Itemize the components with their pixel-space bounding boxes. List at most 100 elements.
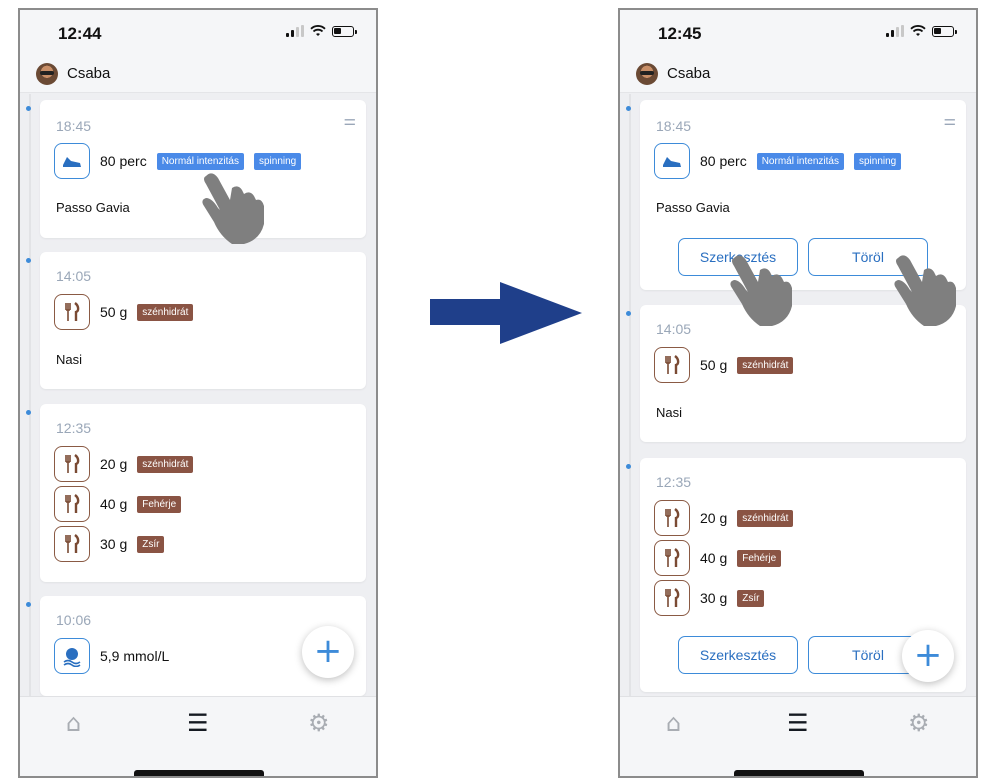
macro-tag: szénhidrát (137, 303, 194, 321)
cutlery-icon (54, 294, 90, 330)
card-time: 14:05 (656, 321, 692, 337)
shoe-icon (654, 143, 690, 179)
cutlery-icon (54, 446, 90, 482)
signal-icon (886, 25, 904, 37)
signal-icon (286, 25, 304, 37)
avatar[interactable] (636, 62, 658, 85)
timeline-dot (626, 106, 631, 111)
cutlery-icon (54, 526, 90, 562)
macro-tag: szénhidrát (737, 356, 794, 374)
macro-tag: Fehérje (737, 549, 782, 567)
timeline-tab-icon[interactable]: ☰ (787, 709, 809, 737)
meal-amount: 30 g (700, 590, 728, 606)
filter-icon[interactable]: ⚌ (943, 112, 956, 129)
filter-icon[interactable]: ⚌ (343, 112, 356, 129)
meal-row: 50 g szénhidrát (54, 294, 194, 330)
macro-tag: Zsír (137, 535, 165, 553)
timeline-feed[interactable]: 18:45 ⚌ 80 perc Normál intenzitás spinni… (20, 94, 376, 696)
tap-hand-icon (202, 173, 264, 244)
shoe-icon (54, 143, 90, 179)
meal-row: 50 g szénhidrát (654, 347, 794, 383)
settings-icon[interactable]: ⚙ (908, 709, 930, 737)
status-bar: 12:45 (620, 10, 976, 55)
intensity-tag: Normál intenzitás (756, 152, 844, 170)
status-time: 12:44 (58, 24, 102, 43)
settings-icon[interactable]: ⚙ (308, 709, 330, 737)
card-time: 18:45 (656, 118, 692, 134)
meal-row: 20 g szénhidrát (54, 446, 194, 482)
meal-row: 30 g Zsír (654, 580, 765, 616)
tab-bar: ⌂ ☰ ⚙ (620, 696, 976, 776)
wifi-icon (310, 25, 326, 36)
meal-amount: 40 g (100, 496, 128, 512)
meal-amount: 50 g (100, 304, 128, 320)
tab-bar: ⌂ ☰ ⚙ (20, 696, 376, 776)
status-bar: 12:44 (20, 10, 376, 55)
home-icon[interactable]: ⌂ (66, 709, 81, 737)
phone-after: 12:45 Csaba 18:45 ⚌ 80 perc Normál inten… (618, 8, 978, 778)
meal-row: 40 g Fehérje (54, 486, 182, 522)
activity-amount: 80 perc (100, 153, 147, 169)
comparison-stage: 12:44 Csaba 18:45 ⚌ 80 perc Normál inten… (0, 0, 981, 782)
cutlery-icon (654, 347, 690, 383)
activity-row: 80 perc Normál intenzitás spinning (654, 143, 902, 179)
card-time: 12:35 (56, 420, 92, 436)
timeline-dot (26, 602, 31, 607)
glucose-row: 5,9 mmol/L (54, 638, 169, 674)
activity-amount: 80 perc (700, 153, 747, 169)
home-indicator (134, 770, 264, 776)
meal-amount: 20 g (700, 510, 728, 526)
meal-amount: 20 g (100, 456, 128, 472)
user-header[interactable]: Csaba (20, 55, 376, 93)
macro-tag: Zsír (737, 589, 765, 607)
meal-row: 30 g Zsír (54, 526, 165, 562)
status-icons (886, 25, 957, 37)
macro-tag: szénhidrát (737, 509, 794, 527)
user-name: Csaba (667, 65, 711, 82)
cutlery-icon (54, 486, 90, 522)
timeline-dot (26, 410, 31, 415)
card-time: 12:35 (656, 474, 692, 490)
user-header[interactable]: Csaba (620, 55, 976, 93)
activity-name: Passo Gavia (656, 200, 730, 215)
meal-name: Nasi (56, 352, 83, 367)
user-name: Csaba (67, 65, 111, 82)
meal-amount: 50 g (700, 357, 728, 373)
add-button[interactable]: + (302, 626, 354, 678)
glucose-value: 5,9 mmol/L (100, 648, 170, 664)
status-time: 12:45 (658, 24, 702, 43)
card-time: 14:05 (56, 268, 92, 284)
phone-before: 12:44 Csaba 18:45 ⚌ 80 perc Normál inten… (18, 8, 378, 778)
tap-hand-icon (730, 255, 792, 326)
tap-hand-icon (894, 255, 956, 326)
cutlery-icon (654, 540, 690, 576)
card-time: 18:45 (56, 118, 92, 134)
timeline-dot (26, 258, 31, 263)
timeline-feed[interactable]: 18:45 ⚌ 80 perc Normál intenzitás spinni… (620, 94, 976, 696)
meal-name: Nasi (656, 405, 683, 420)
cutlery-icon (654, 580, 690, 616)
add-button[interactable]: + (902, 630, 954, 682)
timeline-dot (626, 311, 631, 316)
edit-button[interactable]: Szerkesztés (678, 636, 798, 674)
meal-row: 20 g szénhidrát (654, 500, 794, 536)
meal-card[interactable]: 12:35 20 g szénhidrát 40 g Fehérje 30 g … (26, 404, 366, 582)
meal-amount: 30 g (100, 536, 128, 552)
timeline-line (629, 94, 631, 696)
cutlery-icon (654, 500, 690, 536)
transition-arrow-icon (430, 282, 582, 344)
timeline-tab-icon[interactable]: ☰ (187, 709, 209, 737)
battery-icon (932, 25, 957, 37)
status-icons (286, 25, 357, 37)
water-drop-icon (54, 638, 90, 674)
home-icon[interactable]: ⌂ (666, 709, 681, 737)
wifi-icon (910, 25, 926, 36)
meal-amount: 40 g (700, 550, 728, 566)
avatar[interactable] (36, 62, 58, 85)
macro-tag: szénhidrát (137, 455, 194, 473)
meal-row: 40 g Fehérje (654, 540, 782, 576)
battery-icon (332, 25, 357, 37)
activity-name: Passo Gavia (56, 200, 130, 215)
timeline-dot (26, 106, 31, 111)
meal-card[interactable]: 14:05 50 g szénhidrát Nasi (26, 252, 366, 389)
